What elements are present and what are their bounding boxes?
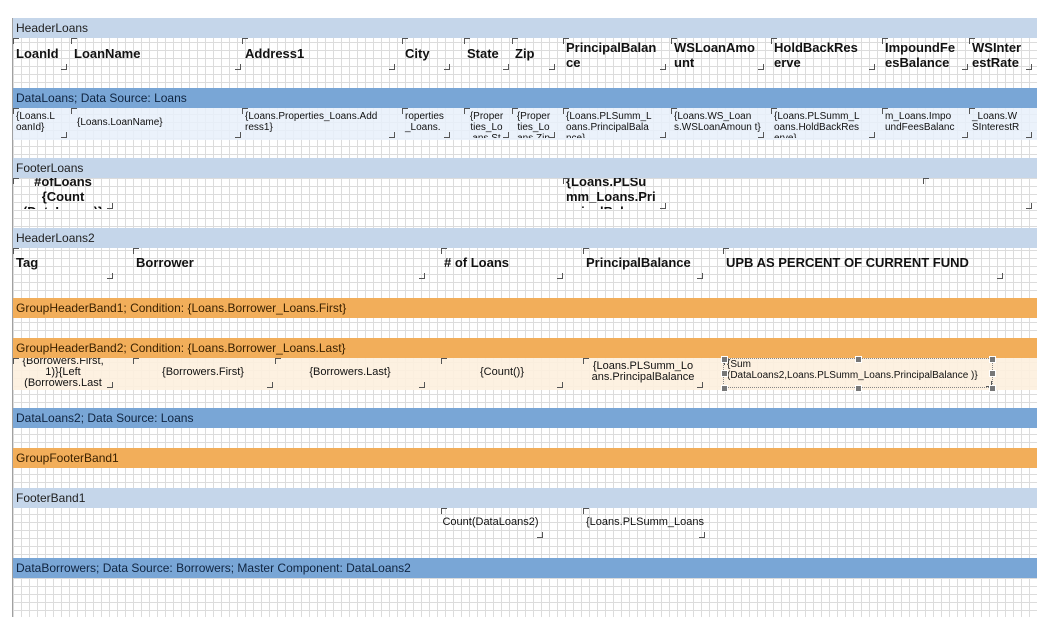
col-header-tag[interactable]: Tag (13, 248, 113, 279)
band-data-loans2[interactable]: DataLoans2; Data Source: Loans (13, 408, 1037, 428)
field-sum-principal-footer[interactable]: {Loans.PLSumm_Loans.l (583, 508, 705, 538)
footer-count-loans[interactable]: #ofLoans {Count (DataLoans)} (13, 178, 113, 209)
resize-handle-se[interactable] (989, 385, 996, 392)
field-loanid[interactable]: {Loans.L oanId} (13, 108, 67, 138)
footer-sum-principal[interactable]: {Loans.PLSu mm_Loans.Pri ncipalBalance (563, 178, 666, 209)
col-header-num-loans[interactable]: # of Loans (441, 248, 563, 279)
resize-handle-w[interactable] (721, 370, 728, 377)
band-header-loans2[interactable]: HeaderLoans2 (13, 228, 1037, 248)
field-holdbackreserve[interactable]: {Loans.PLSumm_L oans.HoldBackRes erve} (771, 108, 875, 138)
band-group-footer-1[interactable]: GroupFooterBand1 (13, 448, 1037, 468)
field-count-dataloans2[interactable]: Count(DataLoans2) (441, 508, 543, 538)
field-borrower-last[interactable]: {Borrowers.Last} (275, 358, 425, 388)
header-loans-row: LoanId LoanName Address1 City State Zip … (13, 38, 1037, 70)
col-header-holdbackreserve[interactable]: HoldBackRes erve (771, 38, 875, 70)
field-address1[interactable]: {Loans.Properties_Loans.Add ress1} (242, 108, 395, 138)
col-header-city[interactable]: City (402, 38, 450, 70)
field-impoundfeesbalance[interactable]: m_Loans.Impo undFeesBalanc (882, 108, 968, 138)
field-tag-expr[interactable]: {Borrowers.First, 1)}{Left (Borrowers.La… (13, 358, 113, 388)
col-header-impoundfeesbalance[interactable]: ImpoundFe esBalance (882, 38, 968, 70)
resize-handle-e[interactable] (989, 370, 996, 377)
col-header-state[interactable]: State (464, 38, 509, 70)
report-design-canvas[interactable]: HeaderLoans LoanId LoanName Address1 Cit… (12, 18, 1037, 617)
band-group-header-1[interactable]: GroupHeaderBand1; Condition: {Loans.Borr… (13, 298, 1037, 318)
field-loanname[interactable]: {Loans.LoanName} (71, 108, 241, 138)
resize-handle-sw[interactable] (721, 385, 728, 392)
resize-handle-ne[interactable] (989, 356, 996, 363)
col-header-address1[interactable]: Address1 (242, 38, 395, 70)
footer-loans-row: #ofLoans {Count (DataLoans)} {Loans.PLSu… (13, 178, 1037, 210)
resize-handle-s[interactable] (855, 385, 862, 392)
col-header-borrower[interactable]: Borrower (133, 248, 425, 279)
field-principal-sum[interactable]: {Loans.PLSumm_Lo ans.PrincipalBalance (583, 358, 703, 388)
header-loans2-row: Tag Borrower # of Loans PrincipalBalance… (13, 248, 1037, 280)
col-header-principalbalance[interactable]: PrincipalBalan ce (563, 38, 666, 70)
field-city[interactable]: roperties _Loans. (402, 108, 450, 138)
col-header-wsloanamount[interactable]: WSLoanAmo unt (671, 38, 764, 70)
data-loans-row: {Loans.L oanId} {Loans.LoanName} {Loans.… (13, 108, 1037, 140)
col-header-wsinterestrate[interactable]: WSInter estRate (969, 38, 1032, 70)
field-count[interactable]: {Count()} (441, 358, 563, 388)
col-header-upb-percent[interactable]: UPB AS PERCENT OF CURRENT FUND (723, 248, 1003, 279)
footer-empty-field[interactable] (923, 178, 1032, 209)
field-wsloanamount[interactable]: {Loans.WS_Loan s.WSLoanAmoun t} (671, 108, 764, 138)
band-data-loans[interactable]: DataLoans; Data Source: Loans (13, 88, 1037, 108)
field-principalbalance[interactable]: {Loans.PLSumm_L oans.PrincipalBala nce} (563, 108, 666, 138)
footer-band-1-row: Count(DataLoans2) {Loans.PLSumm_Loans.l (13, 508, 1037, 540)
field-state[interactable]: {Proper ties_Lo ans.St (464, 108, 509, 138)
band-footer-loans[interactable]: FooterLoans (13, 158, 1037, 178)
band-group-header-2[interactable]: GroupHeaderBand2; Condition: {Loans.Borr… (13, 338, 1037, 358)
band-header-loans[interactable]: HeaderLoans (13, 18, 1037, 38)
col-header-loanname[interactable]: LoanName (71, 38, 241, 70)
band-footer-1[interactable]: FooterBand1 (13, 488, 1037, 508)
col-header-loanid[interactable]: LoanId (13, 38, 67, 70)
resize-handle-n[interactable] (855, 356, 862, 363)
group-header-2-row: {Borrowers.First, 1)}{Left (Borrowers.La… (13, 356, 1037, 392)
field-zip[interactable]: {Proper ties_Lo ans.Zip (512, 108, 555, 138)
band-data-borrowers[interactable]: DataBorrowers; Data Source: Borrowers; M… (13, 558, 1037, 578)
col-header-zip[interactable]: Zip (512, 38, 555, 70)
resize-handle-nw[interactable] (721, 356, 728, 363)
field-wsinterestrate[interactable]: _Loans.W SInterestR (969, 108, 1032, 138)
col-header-principal-balance-2[interactable]: PrincipalBalance (583, 248, 703, 279)
field-borrower-first[interactable]: {Borrowers.First} (133, 358, 273, 388)
